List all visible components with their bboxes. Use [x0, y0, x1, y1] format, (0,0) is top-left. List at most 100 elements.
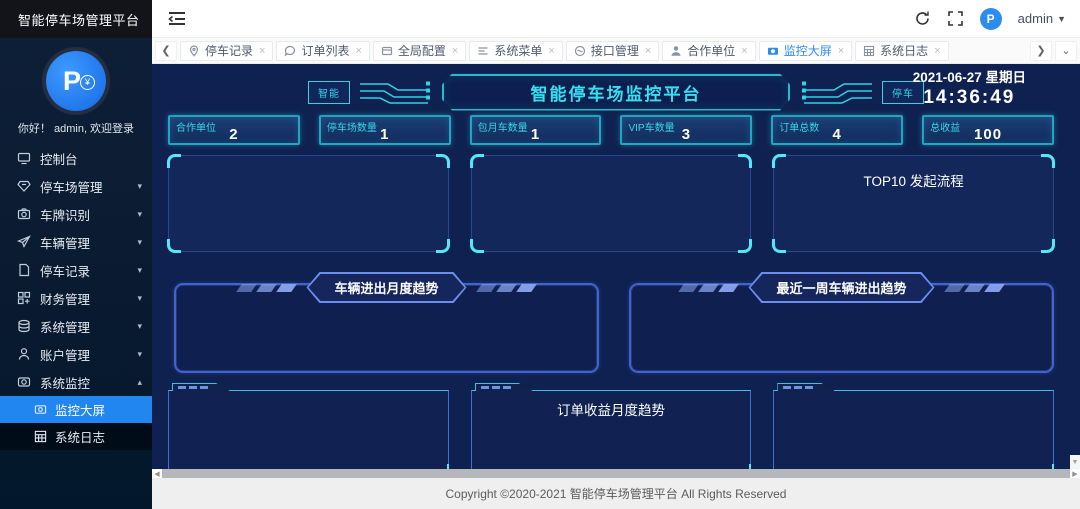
main-area: P admin ▼ ❮ 停车记录 × 订单列表 ×	[152, 0, 1080, 509]
close-icon[interactable]: ×	[645, 45, 651, 57]
tabbar: ❮ 停车记录 × 订单列表 × 全局配置 ×	[152, 38, 1080, 64]
circuit-trace-left	[360, 79, 432, 105]
current-time: 14:36:49	[913, 87, 1026, 109]
console-icon	[17, 151, 31, 165]
welcome-text: 你好！ admin, 欢迎登录	[0, 120, 152, 136]
app-window: 智能停车场管理平台 P ¥ 你好！ admin, 欢迎登录 控制台 停车场管理 …	[0, 0, 1080, 509]
close-icon[interactable]: ×	[548, 45, 554, 57]
account-icon	[17, 347, 31, 361]
sidebar-collapse-icon[interactable]	[166, 8, 188, 30]
parking-lot-icon	[17, 179, 31, 193]
logo-letter: P	[63, 66, 81, 97]
list-icon	[477, 45, 489, 57]
panel-title-badge: 最近一周车辆进出趋势	[748, 272, 934, 303]
deco-parallelograms	[239, 284, 294, 292]
stat-parking-lots: 停车场数量 1	[319, 115, 451, 145]
footer: Copyright ©2020-2021 智能停车场管理平台 All Right…	[152, 478, 1080, 509]
close-icon[interactable]: ×	[452, 45, 458, 57]
panel-title: 订单收益月度趋势	[472, 399, 751, 419]
sidebar-item-parking-lot[interactable]: 停车场管理 ▾	[0, 172, 152, 200]
topbar: P admin ▼	[152, 0, 1080, 38]
sidebar-item-plate-recognition[interactable]: 车牌识别 ▾	[0, 200, 152, 228]
panel-chart-3	[168, 390, 449, 469]
scroll-left-icon[interactable]: ◀	[152, 470, 162, 478]
dashboard-title: 智能停车场监控平台	[444, 80, 788, 105]
sidebar-item-finance[interactable]: 财务管理 ▾	[0, 284, 152, 312]
sidebar-item-system[interactable]: 系统管理 ▾	[0, 312, 152, 340]
sidebar-item-monitor-screen[interactable]: 监控大屏	[0, 396, 152, 423]
panel-title: 车辆进出月度趋势	[308, 274, 464, 301]
close-icon[interactable]: ×	[259, 45, 265, 57]
refresh-icon[interactable]	[914, 10, 931, 27]
fullscreen-icon[interactable]	[947, 10, 964, 27]
deco-parallelograms	[681, 284, 736, 292]
tab-order-list[interactable]: 订单列表 ×	[276, 41, 369, 61]
finance-icon	[17, 291, 31, 305]
sidebar-item-console[interactable]: 控制台	[0, 144, 152, 172]
stat-total-revenue: 总收益 100	[922, 115, 1054, 145]
tabs-menu-icon[interactable]: ⌄	[1055, 41, 1077, 61]
tab-system-menu[interactable]: 系统菜单 ×	[469, 41, 562, 61]
camera-icon	[767, 45, 779, 57]
panel-row-top: TOP10 发起流程	[168, 155, 1054, 252]
person-icon	[670, 45, 682, 57]
chat-icon	[284, 45, 296, 57]
deco-notch	[475, 383, 533, 391]
panel-chart-4	[773, 390, 1054, 469]
coin-icon: ¥	[80, 75, 95, 90]
circuit-trace-right	[800, 79, 872, 105]
copyright-text: Copyright ©2020-2021 智能停车场管理平台 All Right…	[446, 485, 787, 502]
panel-row-middle: 车辆进出月度趋势 最近一周车辆进出趋势	[174, 283, 1054, 373]
tab-system-log[interactable]: 系统日志 ×	[855, 41, 948, 61]
config-icon	[381, 45, 393, 57]
panel-top10-process: TOP10 发起流程	[773, 155, 1054, 252]
panel-title: TOP10 发起流程	[774, 170, 1053, 190]
log-icon	[34, 430, 47, 443]
deco-parallelograms	[479, 284, 534, 292]
tab-global-config[interactable]: 全局配置 ×	[373, 41, 466, 61]
scroll-right-icon[interactable]: ▶	[1070, 470, 1080, 478]
topbar-right: P admin ▼	[914, 8, 1066, 30]
tabs-scroll-left-icon[interactable]: ❮	[155, 41, 177, 61]
panel-chart-1	[168, 155, 449, 252]
vehicle-icon	[17, 235, 31, 249]
plate-recognition-icon	[17, 207, 31, 221]
tabs-scroll-right-icon[interactable]: ❯	[1030, 41, 1052, 61]
vertical-scrollbar-button[interactable]: ▼	[1070, 455, 1080, 469]
scrollbar-thumb[interactable]	[162, 469, 1070, 478]
deco-notch	[777, 383, 835, 391]
stat-monthly-cars: 包月车数量 1	[470, 115, 602, 145]
tab-partner-units[interactable]: 合作单位 ×	[662, 41, 755, 61]
stats-row: 合作单位 2 停车场数量 1 包月车数量 1 VIP车数量 3 订单总数 4	[168, 115, 1054, 145]
monitoring-icon	[17, 375, 31, 389]
sidebar-item-parking-record[interactable]: 停车记录 ▾	[0, 256, 152, 284]
sidebar-item-account[interactable]: 账户管理 ▾	[0, 340, 152, 368]
avatar[interactable]: P	[980, 8, 1002, 30]
close-icon[interactable]: ×	[934, 45, 940, 57]
tab-api-management[interactable]: 接口管理 ×	[566, 41, 659, 61]
horizontal-scrollbar[interactable]: ◀ ▶	[152, 469, 1080, 478]
sidebar-item-system-log[interactable]: 系统日志	[0, 423, 152, 450]
sidebar-item-monitoring[interactable]: 系统监控 ▴	[0, 368, 152, 396]
sidebar-item-vehicle[interactable]: 车辆管理 ▾	[0, 228, 152, 256]
open-tabs: 停车记录 × 订单列表 × 全局配置 × 系统菜单 ×	[180, 41, 1027, 61]
chevron-down-icon: ▼	[1057, 14, 1066, 24]
grid-icon	[863, 45, 875, 57]
parking-record-icon	[17, 263, 31, 277]
tab-monitor-screen[interactable]: 监控大屏 ×	[759, 41, 852, 61]
close-icon[interactable]: ×	[355, 45, 361, 57]
sidebar: 智能停车场管理平台 P ¥ 你好！ admin, 欢迎登录 控制台 停车场管理 …	[0, 0, 152, 509]
close-icon[interactable]: ×	[741, 45, 747, 57]
user-menu[interactable]: admin ▼	[1018, 11, 1066, 26]
deco-parallelograms	[947, 284, 1002, 292]
panel-title: 最近一周车辆进出趋势	[750, 274, 932, 301]
close-icon[interactable]: ×	[838, 45, 844, 57]
tab-parking-record[interactable]: 停车记录 ×	[180, 41, 273, 61]
stat-vip-cars: VIP车数量 3	[620, 115, 752, 145]
api-icon	[574, 45, 586, 57]
stat-partner-units: 合作单位 2	[168, 115, 300, 145]
panel-title-badge: 车辆进出月度趋势	[306, 272, 466, 303]
dashboard-title-frame: 智能停车场监控平台	[442, 74, 790, 111]
panel-monthly-inout-trend: 车辆进出月度趋势	[174, 283, 599, 373]
stat-total-orders: 订单总数 4	[771, 115, 903, 145]
